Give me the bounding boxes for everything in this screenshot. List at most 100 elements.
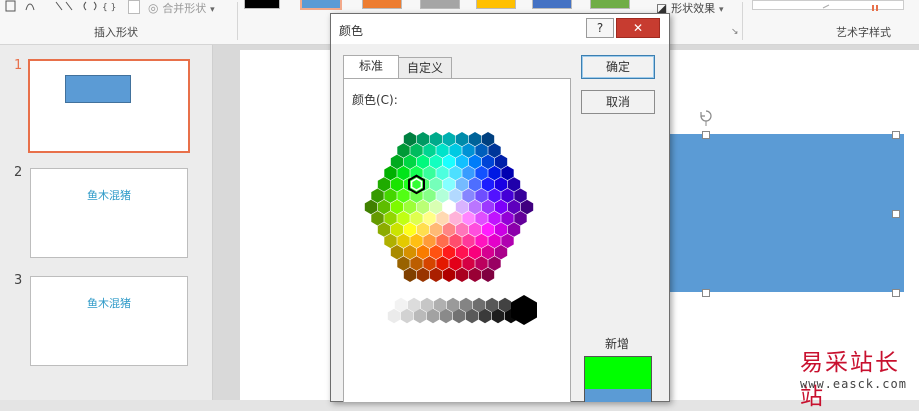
color-cell[interactable] [481, 267, 495, 282]
shape-gallery-icons[interactable]: { } [4, 0, 134, 14]
color-cell[interactable] [397, 211, 410, 226]
color-cell[interactable] [468, 199, 482, 215]
color-cell[interactable] [403, 267, 417, 282]
color-cell[interactable] [481, 132, 495, 147]
color-cell[interactable] [507, 222, 521, 237]
color-cell[interactable] [494, 222, 508, 237]
color-cell[interactable] [442, 177, 456, 192]
color-cell[interactable] [520, 199, 534, 215]
color-cell[interactable] [410, 233, 423, 249]
shape-style-swatch[interactable] [244, 0, 280, 9]
color-cell[interactable] [429, 199, 443, 215]
color-cell[interactable] [390, 154, 404, 169]
color-cell[interactable] [501, 233, 514, 249]
tab-standard[interactable]: 标准 [343, 55, 399, 79]
color-cell[interactable] [442, 199, 456, 215]
color-cell[interactable] [397, 143, 410, 158]
shape-style-swatch[interactable] [476, 0, 516, 9]
color-cell[interactable] [403, 132, 417, 147]
color-cell[interactable] [481, 199, 495, 215]
color-cell[interactable] [397, 165, 410, 181]
help-button[interactable]: ? [586, 18, 614, 38]
color-cell[interactable] [429, 267, 443, 282]
color-cell[interactable] [501, 165, 514, 181]
color-dialog[interactable]: 颜色 ? ✕ 标准 自定义 颜色(C): 确定 取消 新增 [330, 13, 670, 402]
color-cell[interactable] [384, 211, 397, 226]
color-cell[interactable] [442, 245, 456, 260]
color-cell[interactable] [481, 222, 495, 237]
gray-color-cell[interactable] [387, 308, 401, 324]
color-cell[interactable] [390, 177, 404, 192]
color-cell[interactable] [462, 143, 475, 158]
close-button[interactable]: ✕ [616, 18, 660, 38]
color-cell[interactable] [397, 188, 410, 203]
color-cell[interactable] [488, 233, 501, 249]
color-cell[interactable] [494, 199, 508, 215]
wordart-gallery[interactable] [752, 0, 904, 11]
color-cell[interactable] [462, 188, 475, 203]
dialog-titlebar[interactable]: 颜色 ? ✕ [331, 14, 669, 44]
color-cell[interactable] [468, 222, 482, 237]
color-cell[interactable] [494, 245, 508, 260]
color-cell[interactable] [429, 154, 443, 169]
color-cell[interactable] [436, 188, 449, 203]
color-cell[interactable] [449, 165, 462, 181]
shape-style-swatch[interactable] [532, 0, 572, 9]
rotate-handle-icon[interactable] [698, 108, 714, 126]
color-cell[interactable] [455, 199, 469, 215]
dialog-launcher-icon[interactable]: ↘ [731, 27, 739, 37]
gallery-more-button[interactable] [128, 0, 140, 14]
resize-handle[interactable] [892, 131, 900, 139]
color-cell[interactable] [501, 211, 514, 226]
color-cell[interactable] [468, 267, 482, 282]
color-cell[interactable] [462, 233, 475, 249]
color-cell[interactable] [494, 177, 508, 192]
color-cell[interactable] [397, 233, 410, 249]
color-cell[interactable] [371, 188, 384, 203]
color-cell[interactable] [377, 222, 391, 237]
shape-style-swatch[interactable] [420, 0, 460, 9]
resize-handle[interactable] [702, 289, 710, 297]
color-cell[interactable] [481, 245, 495, 260]
shape-style-swatch[interactable] [590, 0, 630, 9]
slide-thumbnail-2[interactable]: 鱼木混猪 [30, 168, 188, 258]
color-cell[interactable] [462, 211, 475, 226]
cancel-button[interactable]: 取消 [581, 90, 655, 114]
color-cell[interactable] [488, 211, 501, 226]
color-cell[interactable] [416, 154, 430, 169]
color-cell[interactable] [429, 222, 443, 237]
color-cell[interactable] [423, 233, 436, 249]
color-cell[interactable] [468, 132, 482, 147]
color-cell[interactable] [442, 132, 456, 147]
color-cell[interactable] [403, 199, 417, 215]
resize-handle[interactable] [702, 131, 710, 139]
color-cell[interactable] [377, 199, 391, 215]
color-cell[interactable] [416, 222, 430, 237]
color-cell[interactable] [514, 188, 527, 203]
slide-thumbnail-1[interactable] [28, 59, 190, 153]
color-cell[interactable] [416, 132, 430, 147]
color-cell[interactable] [429, 177, 443, 192]
merge-shapes-button[interactable]: ◎ 合并形状 ▾ [148, 0, 215, 16]
color-cell[interactable] [423, 165, 436, 181]
color-cell[interactable] [507, 177, 521, 192]
color-cell[interactable] [449, 143, 462, 158]
color-cell[interactable] [436, 165, 449, 181]
color-cell[interactable] [416, 199, 430, 215]
slide-thumbnail-panel[interactable]: 1 2 鱼木混猪 3 鱼木混猪 [0, 45, 213, 400]
color-cell[interactable] [442, 267, 456, 282]
tab-custom[interactable]: 自定义 [398, 57, 452, 79]
color-cell[interactable] [475, 233, 488, 249]
color-cell[interactable] [475, 211, 488, 226]
color-cell[interactable] [455, 132, 469, 147]
selected-rectangle-shape[interactable] [664, 134, 905, 292]
slide-thumbnail-3[interactable]: 鱼木混猪 [30, 276, 188, 366]
color-cell[interactable] [377, 177, 391, 192]
color-cell[interactable] [390, 222, 404, 237]
color-cell[interactable] [455, 222, 469, 237]
color-cell[interactable] [455, 267, 469, 282]
color-cell[interactable] [514, 211, 527, 226]
color-cell[interactable] [507, 199, 521, 215]
color-cell[interactable] [449, 233, 462, 249]
color-cell[interactable] [449, 211, 462, 226]
